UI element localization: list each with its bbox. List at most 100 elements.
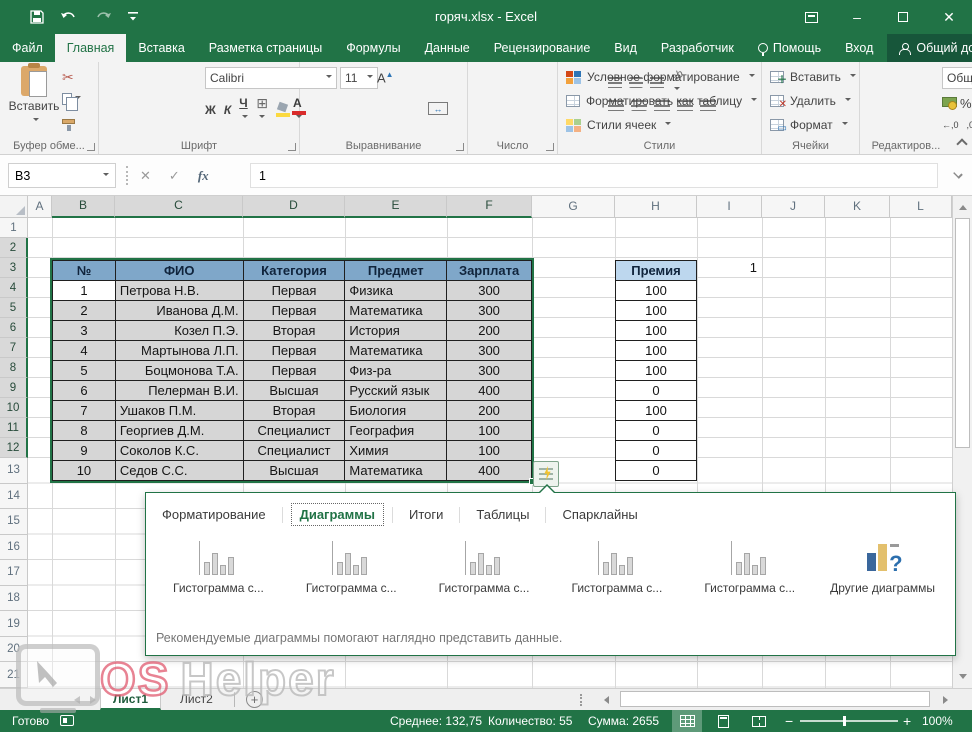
- row-header-14[interactable]: 14: [0, 484, 28, 510]
- row-header-13[interactable]: 13: [0, 458, 28, 484]
- table-cell[interactable]: 7: [53, 401, 116, 421]
- table-cell[interactable]: Пелерман В.И.: [116, 381, 244, 401]
- row-header-3[interactable]: 3: [0, 258, 28, 278]
- format-as-table-button[interactable]: Форматировать как таблицу: [558, 89, 761, 113]
- premium-cell[interactable]: 100: [616, 401, 697, 421]
- vertical-scroll-thumb[interactable]: [955, 218, 970, 448]
- table-header-cell[interactable]: ФИО: [116, 261, 244, 281]
- column-header-B[interactable]: B: [52, 196, 115, 218]
- underline-caret[interactable]: [242, 115, 248, 121]
- insert-function-button[interactable]: fx: [198, 168, 209, 184]
- table-cell[interactable]: 2: [53, 301, 116, 321]
- table-cell[interactable]: 100: [447, 421, 532, 441]
- row-header-4[interactable]: 4: [0, 278, 28, 298]
- table-cell[interactable]: 400: [447, 381, 532, 401]
- splitter-dots[interactable]: [580, 694, 582, 706]
- number-dialog-launcher[interactable]: [546, 143, 554, 151]
- select-all-corner[interactable]: [0, 196, 28, 218]
- zoom-percentage[interactable]: 100%: [922, 710, 953, 732]
- column-header-H[interactable]: H: [615, 196, 697, 218]
- row-header-15[interactable]: 15: [0, 509, 28, 535]
- alignment-dialog-launcher[interactable]: [456, 143, 464, 151]
- table-cell[interactable]: 300: [447, 341, 532, 361]
- table-cell[interactable]: Математика: [345, 301, 447, 321]
- qa-tab-tables[interactable]: Таблицы: [468, 504, 537, 525]
- qa-tab-totals[interactable]: Итоги: [401, 504, 451, 525]
- table-header-cell[interactable]: №: [53, 261, 116, 281]
- fill-color-button[interactable]: [276, 103, 285, 117]
- premium-cell[interactable]: 100: [616, 301, 697, 321]
- scroll-left-button[interactable]: [596, 690, 616, 709]
- format-cells-button[interactable]: ▭ Формат: [762, 113, 859, 137]
- scroll-right-button[interactable]: [936, 690, 956, 709]
- table-cell[interactable]: 200: [447, 321, 532, 341]
- insert-cells-button[interactable]: ＋ Вставить: [762, 65, 859, 89]
- tab-insert[interactable]: Вставка: [126, 34, 196, 62]
- row-header-10[interactable]: 10: [0, 398, 28, 418]
- table-cell[interactable]: 300: [447, 301, 532, 321]
- table-cell[interactable]: География: [345, 421, 447, 441]
- column-header-A[interactable]: A: [28, 196, 52, 218]
- table-cell[interactable]: Высшая: [244, 461, 346, 481]
- sign-in-button[interactable]: Вход: [833, 34, 885, 62]
- table-header-cell[interactable]: Предмет: [345, 261, 447, 281]
- row-header-12[interactable]: 12: [0, 438, 28, 458]
- column-header-E[interactable]: E: [345, 196, 447, 218]
- tab-help[interactable]: Помощь: [746, 34, 833, 62]
- row-header-9[interactable]: 9: [0, 378, 28, 398]
- row-header-5[interactable]: 5: [0, 298, 28, 318]
- cell-styles-button[interactable]: Стили ячеек: [558, 113, 761, 137]
- premium-cell[interactable]: 0: [616, 421, 697, 441]
- horizontal-scroll-thumb[interactable]: [620, 691, 930, 707]
- table-cell[interactable]: Математика: [345, 341, 447, 361]
- qa-chart-item[interactable]: Гистограмма с...: [550, 537, 683, 603]
- column-header-J[interactable]: J: [762, 196, 825, 218]
- premium-cell[interactable]: 0: [616, 381, 697, 401]
- table-cell[interactable]: Соколов К.С.: [116, 441, 244, 461]
- table-cell[interactable]: Высшая: [244, 381, 346, 401]
- table-cell[interactable]: 4: [53, 341, 116, 361]
- table-header-cell[interactable]: Зарплата: [447, 261, 532, 281]
- sheet-nav-right-icon[interactable]: [90, 696, 96, 704]
- table-cell[interactable]: 5: [53, 361, 116, 381]
- share-button[interactable]: Общий доступ: [887, 34, 972, 62]
- column-header-K[interactable]: K: [825, 196, 890, 218]
- page-break-view-button[interactable]: [744, 710, 774, 732]
- premium-column[interactable]: Премия 1001001001001000100000: [615, 260, 697, 481]
- formula-input[interactable]: 1: [250, 163, 938, 188]
- table-cell[interactable]: 3: [53, 321, 116, 341]
- row-header-19[interactable]: 19: [0, 611, 28, 637]
- column-header-F[interactable]: F: [447, 196, 532, 218]
- table-cell[interactable]: Физ-ра: [345, 361, 447, 381]
- qa-tab-sparklines[interactable]: Спарклайны: [554, 504, 645, 525]
- tab-review[interactable]: Рецензирование: [482, 34, 603, 62]
- row-header-7[interactable]: 7: [0, 338, 28, 358]
- expand-formula-bar-icon[interactable]: [953, 169, 963, 179]
- paste-button[interactable]: Вставить: [8, 66, 60, 136]
- font-dialog-launcher[interactable]: [288, 143, 296, 151]
- qa-chart-item[interactable]: Гистограмма с...: [683, 537, 816, 603]
- table-cell[interactable]: Специалист: [244, 441, 346, 461]
- table-cell[interactable]: 1: [53, 281, 116, 301]
- column-header-G[interactable]: G: [532, 196, 615, 218]
- table-cell[interactable]: Первая: [244, 281, 346, 301]
- ribbon-display-options-button[interactable]: [788, 0, 834, 34]
- sheet-tab-list2[interactable]: Лист2: [168, 689, 225, 710]
- column-header-C[interactable]: C: [115, 196, 243, 218]
- sheet-nav-left-icon[interactable]: [74, 696, 80, 704]
- table-cell[interactable]: Вторая: [244, 401, 346, 421]
- tab-data[interactable]: Данные: [413, 34, 482, 62]
- row-header-1[interactable]: 1: [0, 218, 28, 238]
- row-header-21[interactable]: 21: [0, 662, 28, 688]
- table-cell[interactable]: 100: [447, 441, 532, 461]
- table-cell[interactable]: Козел П.Э.: [116, 321, 244, 341]
- italic-button[interactable]: К: [224, 103, 231, 117]
- row-header-17[interactable]: 17: [0, 560, 28, 586]
- column-header-I[interactable]: I: [697, 196, 762, 218]
- underline-button[interactable]: Ч: [239, 96, 248, 124]
- table-cell[interactable]: История: [345, 321, 447, 341]
- table-cell[interactable]: Биология: [345, 401, 447, 421]
- data-table[interactable]: № ФИО Категория Предмет Зарплата 1Петров…: [52, 260, 532, 481]
- table-cell[interactable]: Первая: [244, 301, 346, 321]
- table-cell[interactable]: 400: [447, 461, 532, 481]
